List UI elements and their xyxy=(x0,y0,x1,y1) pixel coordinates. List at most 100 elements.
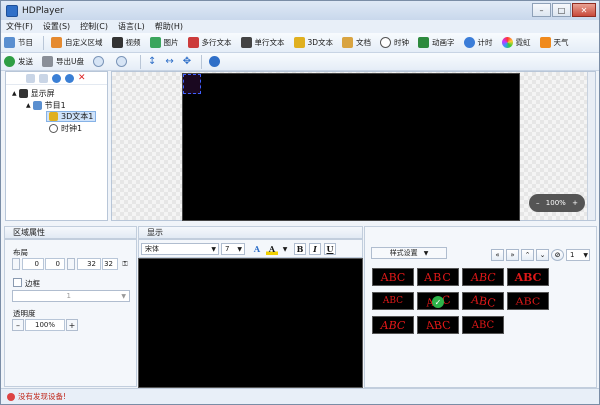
arrow-vertical-icon: ↕ xyxy=(148,56,157,67)
no-effect-icon[interactable]: ⊘ xyxy=(551,249,564,261)
zoom-out-button[interactable] xyxy=(113,54,133,70)
image-button[interactable]: 图片 xyxy=(147,35,182,51)
text-effect-icon[interactable]: A xyxy=(251,243,263,255)
export-usb-button[interactable]: 导出U盘 xyxy=(39,54,87,70)
prev-page-button[interactable]: ⌃ xyxy=(521,249,534,261)
weather-button[interactable]: 天气 xyxy=(537,35,572,51)
effect-thumbnail[interactable]: ABC xyxy=(417,268,459,286)
lock-icon[interactable]: ⚿ xyxy=(120,258,130,270)
width-field[interactable]: 32 xyxy=(77,258,101,270)
usb-icon xyxy=(42,56,53,67)
opacity-label: 透明度 xyxy=(13,309,36,318)
multi-text-button[interactable]: 多行文本 xyxy=(185,35,235,51)
italic-button[interactable]: I xyxy=(309,243,321,255)
delete-icon[interactable]: ✕ xyxy=(78,73,87,83)
opacity-decrease-button[interactable]: – xyxy=(12,319,24,331)
effect-thumbnail[interactable]: ABC xyxy=(372,292,414,310)
tree-node-clock-label: 时钟1 xyxy=(61,124,83,133)
effect-thumbnail-text: ABC xyxy=(380,318,406,332)
timer-button[interactable]: 计时 xyxy=(461,35,496,51)
underline-button[interactable]: U xyxy=(324,243,336,255)
animated-text-icon xyxy=(418,37,430,48)
text3d-button[interactable]: 3D文本 xyxy=(291,35,337,51)
menu-file[interactable]: 文件(F) xyxy=(1,21,38,32)
style-settings-button[interactable]: 样式设置 ▼ xyxy=(371,247,447,259)
next-page-button[interactable]: ⌄ xyxy=(536,249,549,261)
effect-thumbnail-text: ABC xyxy=(424,270,452,284)
tree-node-screen[interactable]: ▲ 显示屏 xyxy=(12,88,55,99)
pos-y-field[interactable]: 0 xyxy=(45,258,65,270)
effect-thumbnail[interactable]: ABC xyxy=(462,292,504,310)
menu-help[interactable]: 帮助(H) xyxy=(150,21,188,32)
bold-button[interactable]: B xyxy=(294,243,306,255)
maximize-button[interactable]: □ xyxy=(552,3,571,17)
area-props-header: 区域属性 xyxy=(4,226,137,239)
text-color-icon[interactable]: A xyxy=(266,243,278,255)
vertical-align-button[interactable]: ↕ xyxy=(145,54,159,70)
zoom-level: 100% xyxy=(545,199,566,207)
zoom-in-icon xyxy=(93,56,104,67)
effect-thumbnail[interactable]: ABC xyxy=(507,292,549,310)
effect-thumbnail[interactable]: ABC xyxy=(462,268,504,286)
size-icon xyxy=(67,258,75,270)
animated-text-button[interactable]: 动画字 xyxy=(415,35,458,51)
move-button[interactable]: ✥ xyxy=(180,54,194,70)
move-down-icon[interactable] xyxy=(65,73,74,83)
chevron-down-icon: ▼ xyxy=(121,292,126,300)
video-button[interactable]: 视频 xyxy=(109,35,144,51)
tree-node-text3d[interactable]: 3D文本1 xyxy=(46,111,97,122)
horizontal-align-button[interactable]: ↔ xyxy=(162,54,176,70)
neon-button[interactable]: 霓虹 xyxy=(499,35,534,51)
border-checkbox[interactable] xyxy=(13,278,22,287)
animated-text-label: 动画字 xyxy=(432,38,455,47)
minimize-button[interactable]: – xyxy=(532,3,551,17)
effect-thumbnail[interactable]: ABC✓ xyxy=(417,292,459,310)
copy-icon[interactable] xyxy=(26,73,35,83)
image-label: 图片 xyxy=(163,38,179,47)
text3d-region[interactable] xyxy=(183,74,201,94)
effect-thumbnail-text: ABC xyxy=(424,318,452,332)
send-button[interactable]: 发送 xyxy=(1,54,36,70)
program-button[interactable]: 节目 xyxy=(1,35,36,51)
move-up-icon[interactable] xyxy=(52,73,61,83)
page-select[interactable]: 1 ▼ xyxy=(566,249,590,261)
first-page-button[interactable]: « xyxy=(491,249,504,261)
opacity-field[interactable]: 100% xyxy=(25,319,65,331)
tree-node-program[interactable]: ▲ 节目1 xyxy=(26,100,66,111)
weather-label: 天气 xyxy=(553,38,569,47)
effect-thumbnail[interactable]: ABC xyxy=(372,268,414,286)
edit-canvas[interactable]: – 100% + xyxy=(111,71,596,221)
custom-area-button[interactable]: 自定义区域 xyxy=(48,35,106,51)
menu-control[interactable]: 控制(C) xyxy=(75,21,113,32)
title-bar: HDPlayer – □ ✕ xyxy=(1,1,599,20)
effect-thumbnail[interactable]: ABC xyxy=(372,316,414,334)
document-button[interactable]: 文档 xyxy=(339,35,374,51)
arrow-horizontal-icon: ↔ xyxy=(165,56,174,67)
pos-x-field[interactable]: 0 xyxy=(22,258,44,270)
menu-settings[interactable]: 设置(S) xyxy=(38,21,75,32)
zoom-minus-button[interactable]: – xyxy=(536,199,540,207)
text-editor[interactable] xyxy=(138,258,363,388)
menu-language[interactable]: 语言(L) xyxy=(113,21,150,32)
single-text-button[interactable]: 单行文本 xyxy=(238,35,288,51)
zoom-in-button[interactable] xyxy=(90,54,110,70)
paste-icon[interactable] xyxy=(39,73,48,83)
opacity-increase-button[interactable]: + xyxy=(66,319,78,331)
border-select[interactable]: 1 ▼ xyxy=(12,290,130,302)
font-select[interactable]: 宋体 ▼ xyxy=(141,243,219,255)
chevron-down-icon[interactable]: ▼ xyxy=(279,243,291,255)
effect-thumbnail[interactable]: ABC xyxy=(462,316,504,334)
effect-thumbnail-text: ABC xyxy=(471,319,495,331)
center-button[interactable] xyxy=(206,54,226,70)
tree-node-clock[interactable]: 时钟1 xyxy=(49,123,82,134)
vertical-scrollbar[interactable] xyxy=(587,72,595,220)
font-size-select[interactable]: 7 ▼ xyxy=(221,243,245,255)
effect-thumbnail[interactable]: ABC xyxy=(417,316,459,334)
clock-button[interactable]: 时钟 xyxy=(377,35,412,51)
effect-thumbnail[interactable]: ABC xyxy=(507,268,549,286)
led-screen-preview[interactable] xyxy=(182,73,520,221)
height-field[interactable]: 32 xyxy=(102,258,118,270)
close-button[interactable]: ✕ xyxy=(572,3,596,17)
zoom-plus-button[interactable]: + xyxy=(572,199,578,207)
last-page-button[interactable]: » xyxy=(506,249,519,261)
